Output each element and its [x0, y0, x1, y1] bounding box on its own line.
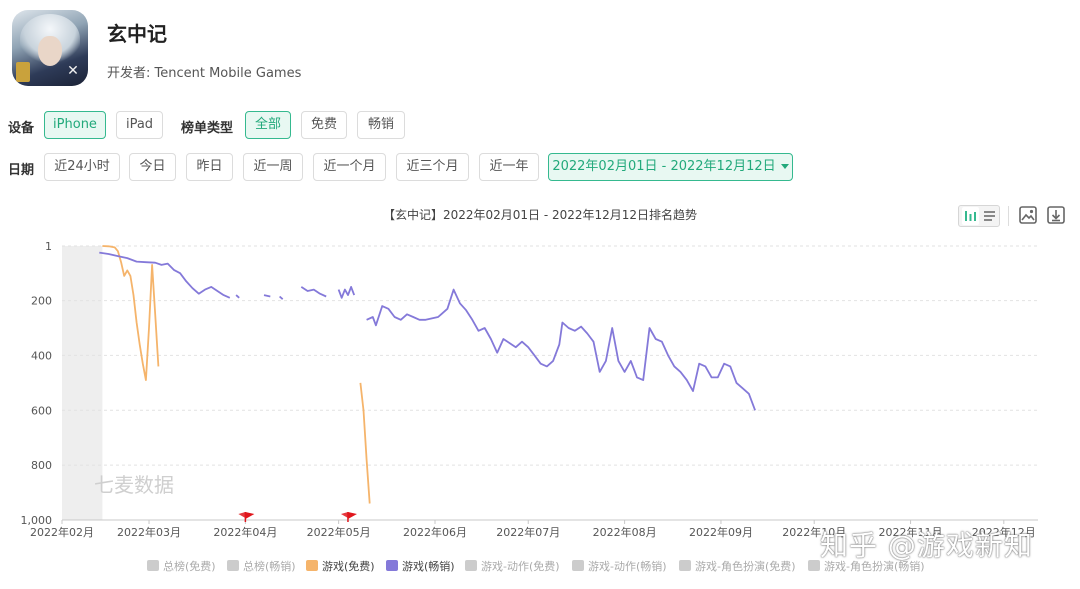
- x-tick-label: 2022年03月: [117, 525, 181, 539]
- device-iphone-button[interactable]: iPhone: [44, 111, 106, 139]
- series-line: [366, 288, 756, 411]
- legend-label: 总榜(免费): [163, 560, 216, 573]
- series-line: [359, 382, 371, 504]
- device-ipad-button[interactable]: iPad: [116, 111, 163, 139]
- chart-type-label: 榜单类型: [181, 121, 234, 136]
- chart-type-free-button[interactable]: 免费: [301, 111, 347, 139]
- x-tick-label: 2022年07月: [496, 525, 560, 539]
- date-range-dropdown[interactable]: 2022年02月01日 - 2022年12月12日: [548, 153, 793, 181]
- legend-item-action-free[interactable]: 游戏-动作(免费): [465, 558, 560, 574]
- series-line: [337, 286, 356, 299]
- x-tick-label: 2022年08月: [593, 525, 657, 539]
- date-three-months-button[interactable]: 近三个月: [396, 153, 469, 181]
- date-year-button[interactable]: 近一年: [479, 153, 539, 181]
- legend-swatch: [679, 560, 691, 571]
- grid-lines: [62, 245, 1038, 521]
- date-24h-button[interactable]: 近24小时: [44, 153, 120, 181]
- bar-chart-icon[interactable]: [962, 207, 979, 225]
- y-tick-label: 400: [31, 349, 52, 362]
- y-tick-label: 200: [31, 295, 52, 308]
- date-month-button[interactable]: 近一个月: [313, 153, 386, 181]
- legend-swatch: [572, 560, 584, 571]
- download-icon[interactable]: [1046, 205, 1066, 225]
- flag-icon[interactable]: [238, 512, 246, 518]
- date-today-button[interactable]: 今日: [129, 153, 176, 181]
- site-watermark: 知乎 @游戏新知: [820, 529, 1033, 562]
- image-icon[interactable]: [1018, 205, 1038, 225]
- series-line: [235, 294, 240, 299]
- chart-type-all-button[interactable]: 全部: [245, 111, 291, 139]
- app-icon-seal: [16, 62, 30, 82]
- date-label: 日期: [8, 163, 35, 178]
- x-tick-label: 2022年05月: [307, 525, 371, 539]
- flag-icon[interactable]: [347, 512, 357, 519]
- legend-item-rpg-free[interactable]: 游戏-角色扮演(免费): [679, 558, 796, 574]
- legend-swatch: [386, 560, 398, 571]
- x-tick-label: 2022年02月: [30, 525, 94, 539]
- legend-label: 游戏-角色扮演(免费): [695, 560, 796, 573]
- date-range-text: 2022年02月01日 - 2022年12月12日: [552, 159, 776, 174]
- date-yesterday-button[interactable]: 昨日: [186, 153, 233, 181]
- legend-swatch: [227, 560, 239, 571]
- legend-item-game-free[interactable]: 游戏(免费): [306, 558, 375, 574]
- series-line: [263, 294, 271, 298]
- x-tick-label: 2022年09月: [689, 525, 753, 539]
- legend-swatch: [808, 560, 820, 571]
- x-tick-label: 2022年04月: [213, 525, 277, 539]
- legend-swatch: [465, 560, 477, 571]
- app-icon-face: [38, 36, 62, 66]
- series-line: [300, 286, 327, 298]
- chevron-down-icon: [780, 164, 789, 169]
- legend-item-total-free[interactable]: 总榜(免费): [147, 558, 216, 574]
- series-line: [102, 245, 160, 382]
- app-title: 玄中记: [107, 22, 167, 46]
- chart-watermark: 七麦数据: [94, 473, 174, 497]
- y-tick-label: 600: [31, 404, 52, 417]
- legend-label: 游戏-动作(畅销): [588, 560, 667, 573]
- y-axis: 12004006008001,000: [21, 240, 53, 527]
- device-label: 设备: [8, 121, 35, 136]
- y-tick-label: 1: [45, 240, 52, 253]
- legend-swatch: [147, 560, 159, 571]
- flag-icon[interactable]: [340, 512, 348, 518]
- legend-label: 总榜(畅销): [243, 560, 296, 573]
- y-tick-label: 800: [31, 459, 52, 472]
- legend-label: 游戏(畅销): [402, 560, 455, 573]
- date-week-button[interactable]: 近一周: [243, 153, 303, 181]
- legend-item-action-grossing[interactable]: 游戏-动作(畅销): [572, 558, 667, 574]
- series-line: [99, 251, 231, 299]
- legend-label: 游戏-动作(免费): [481, 560, 560, 573]
- rank-trend-chart: 12004006008001,000 2022年02月 2022年03月 2022年…: [21, 240, 1038, 539]
- flag-icon[interactable]: [245, 512, 255, 519]
- toolbar-divider: [1008, 206, 1009, 226]
- x-tick-label: 2022年06月: [403, 525, 467, 539]
- legend-item-total-grossing[interactable]: 总榜(畅销): [227, 558, 296, 574]
- app-icon-mark: ✕: [67, 63, 79, 79]
- legend-label: 游戏(免费): [322, 560, 375, 573]
- legend-swatch: [306, 560, 318, 571]
- list-icon[interactable]: [981, 207, 998, 225]
- chart-type-grossing-button[interactable]: 畅销: [357, 111, 405, 139]
- developer-label: 开发者: Tencent Mobile Games: [107, 66, 302, 81]
- series-line: [279, 295, 284, 300]
- legend-item-game-grossing[interactable]: 游戏(畅销): [386, 558, 455, 574]
- app-icon: ✕: [12, 10, 88, 86]
- chart-title: 【玄中记】2022年02月01日 - 2022年12月12日排名趋势: [382, 208, 698, 222]
- view-toggle[interactable]: [958, 205, 1000, 227]
